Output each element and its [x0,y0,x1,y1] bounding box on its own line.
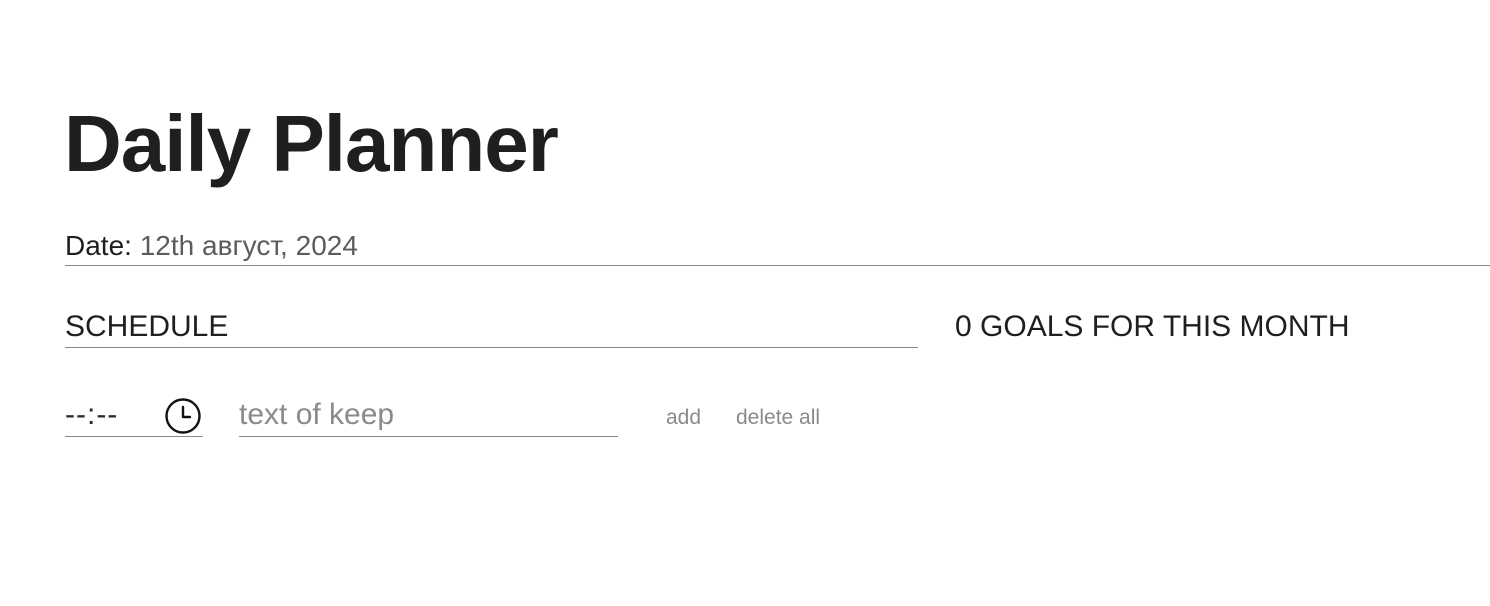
keep-text-field-wrapper [239,395,618,437]
time-input[interactable]: --:-- [65,395,203,437]
date-row: Date: 12th август, 2024 [65,226,1490,266]
delete-all-button[interactable]: delete all [736,404,820,432]
add-button[interactable]: add [666,404,701,432]
keep-text-input[interactable] [239,395,618,435]
date-value: 12th август, 2024 [139,230,358,261]
clock-icon[interactable] [164,397,202,435]
date-label: Date: [65,230,132,261]
schedule-heading: SCHEDULE [65,307,918,348]
time-input-value: --:-- [65,398,119,431]
page-title: Daily Planner [64,99,559,188]
goals-heading: 0 GOALS FOR THIS MONTH [955,310,1350,343]
